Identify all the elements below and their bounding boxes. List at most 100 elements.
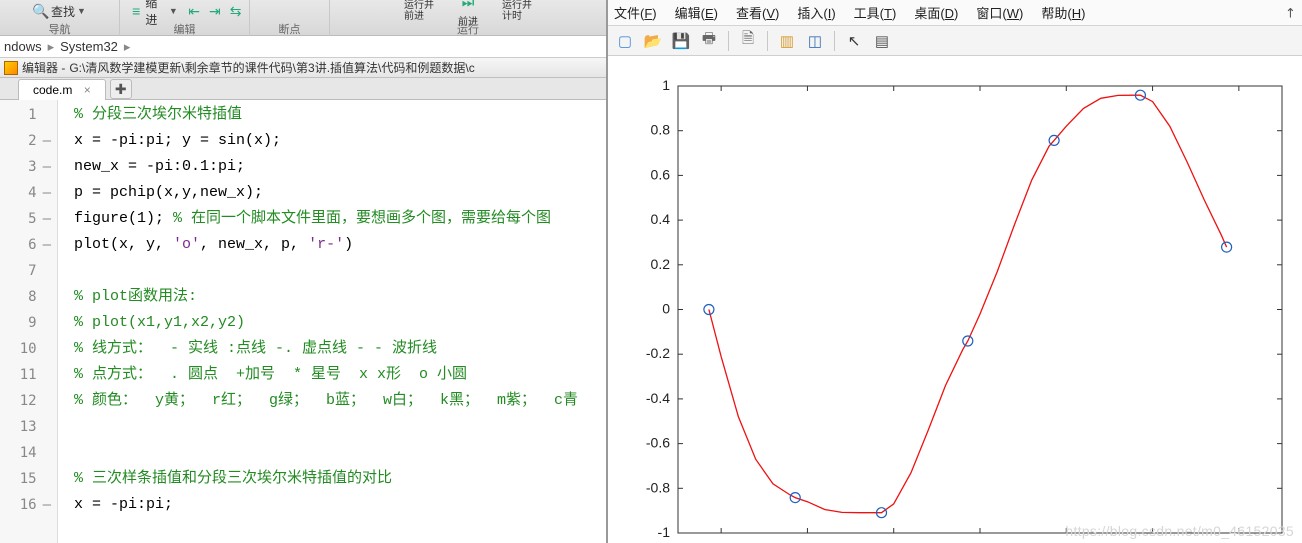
gutter-line: 10: [0, 336, 57, 362]
axes-box: [678, 86, 1282, 533]
gutter-line: 6—: [0, 232, 57, 258]
run-time-label: 运行并计时: [502, 0, 532, 22]
gutter-line: 12: [0, 388, 57, 414]
gutter-line: 9: [0, 310, 57, 336]
breadcrumb-item[interactable]: ndows: [4, 39, 42, 54]
code-line[interactable]: [74, 258, 606, 284]
tile-icon[interactable]: ◫: [804, 30, 826, 52]
ytick-label: 1: [662, 77, 670, 93]
code-line[interactable]: % 线方式： - 实线 :点线 -. 虚点线 - - 波折线: [74, 336, 606, 362]
code-line[interactable]: % 分段三次埃尔米特插值: [74, 102, 606, 128]
print-icon[interactable]: 🖶: [698, 30, 720, 52]
code-line[interactable]: x = -pi:pi; y = sin(x);: [74, 128, 606, 154]
code-editor[interactable]: 1 2—3—4—5—6—7 8 9 10 11 12 13 14 15 16— …: [0, 100, 606, 543]
toolbar-separator: [834, 31, 835, 51]
editor-title-prefix: 编辑器 -: [22, 59, 65, 76]
open-icon[interactable]: 📂: [642, 30, 664, 52]
menu-h[interactable]: 帮助(H): [1041, 3, 1085, 22]
toolgroup-run: 运行并前进 ⏭ 前进 运行并计时 运行: [330, 0, 606, 36]
print-preview-icon[interactable]: 🗎: [737, 30, 759, 52]
run-time-button[interactable]: 运行并计时: [499, 0, 535, 23]
indent-icon: ≡: [129, 3, 143, 19]
pchip-line: [709, 95, 1227, 513]
toolgroup-nav: 🔍 查找 ▼ 导航: [0, 0, 120, 36]
smart-indent-icon[interactable]: ⇆: [228, 3, 243, 19]
search-icon: 🔍: [33, 3, 49, 19]
indent-label: 缩进: [145, 0, 167, 28]
code-line[interactable]: % 点方式： . 圆点 +加号 * 星号 x x形 o 小圆: [74, 362, 606, 388]
gutter-line: 3—: [0, 154, 57, 180]
code-line[interactable]: figure(1); % 在同一个脚本文件里面，要想画多个图，需要给每个图: [74, 206, 606, 232]
gutter-line: 15: [0, 466, 57, 492]
indent-right-icon[interactable]: ⇥: [208, 3, 223, 19]
run-advance-label: 运行并前进: [404, 0, 434, 22]
code-line[interactable]: [74, 440, 606, 466]
code-line[interactable]: % plot函数用法:: [74, 284, 606, 310]
ytick-label: -0.8: [646, 479, 670, 495]
gutter-line: 4—: [0, 180, 57, 206]
link-icon[interactable]: ▥: [776, 30, 798, 52]
code-line[interactable]: plot(x, y, 'o', new_x, p, 'r-'): [74, 232, 606, 258]
ytick-label: 0.2: [651, 256, 671, 272]
code-line[interactable]: % plot(x1,y1,x2,y2): [74, 310, 606, 336]
pointer-icon[interactable]: ↖: [843, 30, 865, 52]
menu-t[interactable]: 工具(T): [854, 3, 897, 22]
tab-label: code.m: [33, 83, 72, 97]
toolbar-separator: [767, 31, 768, 51]
outdent-icon[interactable]: ⇤: [187, 3, 202, 19]
toolgroup-nav-label: 导航: [49, 24, 71, 36]
find-label: 查找: [51, 3, 75, 20]
code-text[interactable]: % 分段三次埃尔米特插值x = -pi:pi; y = sin(x);new_x…: [58, 100, 606, 543]
save-icon[interactable]: 💾: [670, 30, 692, 52]
figure-canvas[interactable]: -1-0.8-0.6-0.4-0.200.20.40.60.81 https:/…: [608, 56, 1302, 543]
editor-title-bar: 编辑器 - G:\清风数学建模更新\剩余章节的课件代码\第3讲.插值算法\代码和…: [0, 58, 606, 78]
gutter-line: 14: [0, 440, 57, 466]
menu-e[interactable]: 编辑(E): [675, 3, 718, 22]
gutter-line: 2—: [0, 128, 57, 154]
toolgroup-run-label: 运行: [457, 24, 479, 36]
code-line[interactable]: % 三次样条插值和分段三次埃尔米特插值的对比: [74, 466, 606, 492]
code-line[interactable]: p = pchip(x,y,new_x);: [74, 180, 606, 206]
menu-f[interactable]: 文件(F): [614, 3, 657, 22]
line-gutter: 1 2—3—4—5—6—7 8 9 10 11 12 13 14 15 16—: [0, 100, 58, 543]
undock-icon[interactable]: ↗: [1281, 3, 1300, 22]
menu-v[interactable]: 查看(V): [736, 3, 779, 22]
toolgroup-breakpoint: 断点: [250, 0, 330, 36]
close-icon[interactable]: ×: [84, 83, 91, 97]
gutter-line: 1: [0, 102, 57, 128]
chevron-down-icon: ▼: [77, 6, 86, 16]
code-line[interactable]: x = -pi:pi;: [74, 492, 606, 518]
tab-code[interactable]: code.m ×: [18, 79, 106, 100]
breadcrumb[interactable]: ndows ▸ System32 ▸: [0, 36, 606, 58]
gutter-line: 16—: [0, 492, 57, 518]
ytick-label: 0.6: [651, 166, 671, 182]
ytick-label: -0.6: [646, 435, 670, 451]
code-line[interactable]: [74, 414, 606, 440]
editor-icon: [4, 61, 18, 75]
toolgroup-breakpoint-label: 断点: [279, 24, 301, 36]
ytick-label: 0: [662, 301, 670, 317]
figure-window: 文件(F) 编辑(E) 查看(V) 插入(I) 工具(T) 桌面(D) 窗口(W) 帮助(H)…: [608, 0, 1302, 543]
insert-icon[interactable]: ▤: [871, 30, 893, 52]
gutter-line: 5—: [0, 206, 57, 232]
breadcrumb-item[interactable]: System32: [60, 39, 118, 54]
toolgroup-edit-label: 编辑: [174, 24, 196, 36]
editor-title-path: G:\清风数学建模更新\剩余章节的课件代码\第3讲.插值算法\代码和例题数据\c: [69, 59, 474, 76]
breadcrumb-sep-icon: ▸: [124, 39, 131, 55]
watermark: https://blog.csdn.net/m0_46152035: [1065, 523, 1294, 539]
code-line[interactable]: new_x = -pi:0.1:pi;: [74, 154, 606, 180]
ytick-label: -1: [658, 524, 671, 540]
run-advance-button[interactable]: 运行并前进: [401, 0, 437, 23]
gutter-line: 8: [0, 284, 57, 310]
new-tab-button[interactable]: ✚: [110, 79, 132, 99]
menu-d[interactable]: 桌面(D): [914, 3, 958, 22]
menu-i[interactable]: 插入(I): [797, 3, 835, 22]
code-line[interactable]: % 颜色： y黄； r红； g绿； b蓝； w白； k黑； m紫； c青: [74, 388, 606, 414]
ytick-label: 0.4: [651, 211, 671, 227]
ytick-label: 0.8: [651, 122, 671, 138]
menu-w[interactable]: 窗口(W): [976, 3, 1023, 22]
toolgroup-edit: ≡ 缩进 ▼ ⇤ ⇥ ⇆ 编辑: [120, 0, 250, 36]
find-button[interactable]: 🔍 查找 ▼: [30, 2, 89, 21]
new-figure-icon[interactable]: ▢: [614, 30, 636, 52]
gutter-line: 7: [0, 258, 57, 284]
